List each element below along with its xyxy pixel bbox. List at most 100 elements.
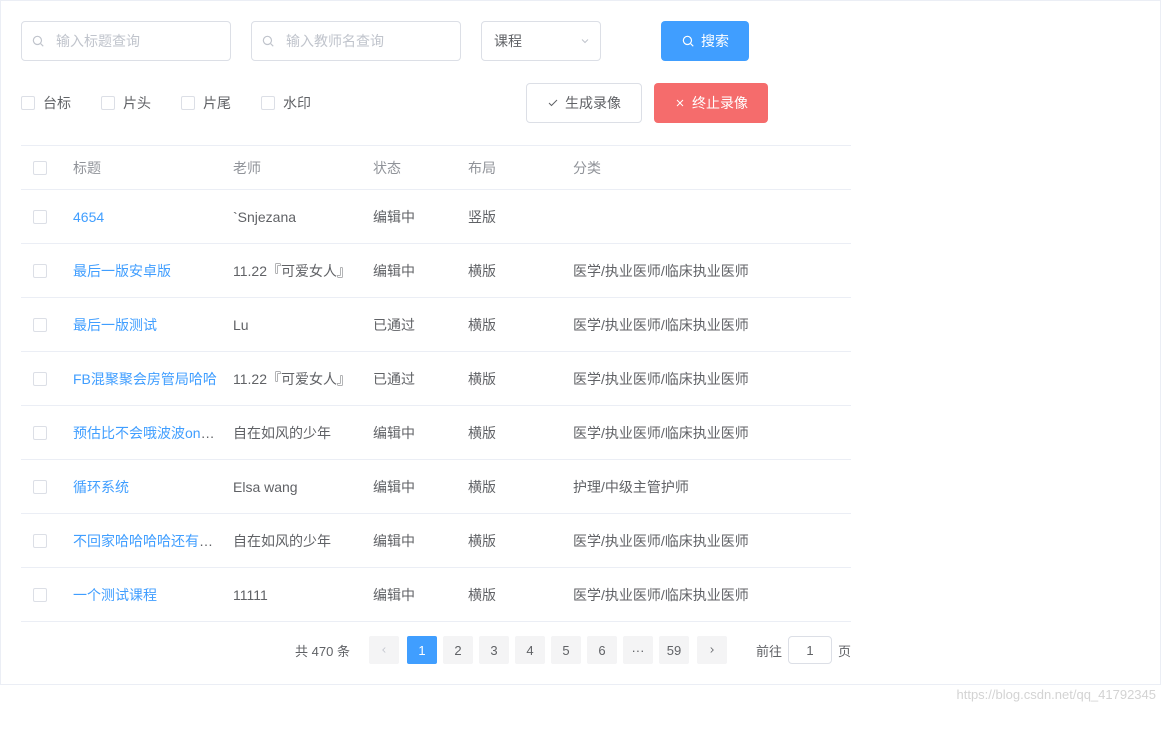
row-checkbox[interactable] — [33, 426, 47, 440]
pagination-page[interactable]: 3 — [479, 636, 509, 664]
checkbox-label: 片头 — [123, 93, 151, 113]
table-header-row: 标题 老师 状态 布局 分类 — [21, 146, 851, 190]
check-icon — [547, 97, 559, 109]
table-row: FB混聚聚会房管局哈哈11.22『可爱女人』已通过横版医学/执业医师/临床执业医… — [21, 352, 851, 406]
row-status: 编辑中 — [373, 423, 468, 443]
row-layout: 横版 — [468, 477, 573, 497]
search-icon — [681, 34, 695, 48]
checkbox-logo[interactable]: 台标 — [21, 93, 71, 113]
row-check-cell — [33, 480, 73, 494]
search-bar: 课程 搜索 — [21, 21, 1140, 61]
pagination-page[interactable]: 5 — [551, 636, 581, 664]
header-title: 标题 — [73, 158, 233, 178]
pagination-page[interactable]: 2 — [443, 636, 473, 664]
select-all-checkbox[interactable] — [33, 161, 47, 175]
row-category: 护理/中级主管护师 — [573, 477, 839, 497]
checkbox-intro[interactable]: 片头 — [101, 93, 151, 113]
row-status: 编辑中 — [373, 531, 468, 551]
goto-page-input[interactable] — [788, 636, 832, 664]
pagination-page[interactable]: 6 — [587, 636, 617, 664]
row-check-cell — [33, 264, 73, 278]
row-checkbox[interactable] — [33, 372, 47, 386]
stop-record-button[interactable]: 终止录像 — [654, 83, 768, 123]
pagination-total: 共 470 条 — [295, 641, 350, 660]
row-title-link[interactable]: FB混聚聚会房管局哈哈 — [73, 371, 217, 387]
checkbox-outro[interactable]: 片尾 — [181, 93, 231, 113]
pagination-page[interactable]: 59 — [659, 636, 689, 664]
row-layout: 横版 — [468, 531, 573, 551]
data-table: 标题 老师 状态 布局 分类 4654`Snjezana编辑中竖版最后一版安卓版… — [21, 145, 851, 622]
teacher-search-input[interactable] — [251, 21, 461, 61]
checkbox-watermark[interactable]: 水印 — [261, 93, 311, 113]
pagination: 共 470 条 123456···59 前往 页 — [21, 622, 851, 664]
row-check-cell — [33, 588, 73, 602]
checkbox-icon — [101, 96, 115, 110]
row-title-link[interactable]: 最后一版安卓版 — [73, 263, 171, 279]
pagination-ellipsis[interactable]: ··· — [623, 636, 653, 664]
row-title-link[interactable]: 循环系统 — [73, 479, 129, 495]
table-row: 预估比不会哦波波on年农历自在如风的少年编辑中横版医学/执业医师/临床执业医师 — [21, 406, 851, 460]
goto-suffix: 页 — [838, 641, 851, 660]
row-teacher: Elsa wang — [233, 479, 373, 495]
row-teacher: 自在如风的少年 — [233, 423, 373, 443]
header-category: 分类 — [573, 158, 839, 178]
row-title-link[interactable]: 一个测试课程 — [73, 587, 157, 603]
row-checkbox[interactable] — [33, 480, 47, 494]
header-status: 状态 — [373, 158, 468, 178]
row-checkbox[interactable] — [33, 210, 47, 224]
options-row: 台标 片头 片尾 水印 生成录像 终止录像 — [21, 83, 1140, 123]
row-checkbox[interactable] — [33, 588, 47, 602]
header-layout: 布局 — [468, 158, 573, 178]
row-layout: 横版 — [468, 315, 573, 335]
table-row: 最后一版安卓版 11.22『可爱女人』编辑中横版医学/执业医师/临床执业医师 — [21, 244, 851, 298]
row-layout: 横版 — [468, 423, 573, 443]
checkbox-label: 台标 — [43, 93, 71, 113]
row-check-cell — [33, 372, 73, 386]
row-check-cell — [33, 210, 73, 224]
row-category: 医学/执业医师/临床执业医师 — [573, 585, 839, 605]
watermark-text: https://blog.csdn.net/qq_41792345 — [957, 687, 1157, 702]
row-category: 医学/执业医师/临床执业医师 — [573, 261, 839, 281]
pagination-prev[interactable] — [369, 636, 399, 664]
pagination-page[interactable]: 1 — [407, 636, 437, 664]
row-checkbox[interactable] — [33, 534, 47, 548]
generate-record-button[interactable]: 生成录像 — [526, 83, 642, 123]
checkbox-label: 片尾 — [203, 93, 231, 113]
search-button-label: 搜索 — [701, 31, 729, 51]
row-checkbox[interactable] — [33, 264, 47, 278]
pagination-next[interactable] — [697, 636, 727, 664]
search-icon — [31, 34, 45, 48]
pagination-page[interactable]: 4 — [515, 636, 545, 664]
row-teacher: 11.22『可爱女人』 — [233, 369, 373, 389]
type-select-value: 课程 — [494, 31, 522, 51]
checkbox-label: 水印 — [283, 93, 311, 113]
row-checkbox[interactable] — [33, 318, 47, 332]
search-button[interactable]: 搜索 — [661, 21, 749, 61]
row-layout: 横版 — [468, 261, 573, 281]
row-check-cell — [33, 318, 73, 332]
header-teacher: 老师 — [233, 158, 373, 178]
row-teacher: 11.22『可爱女人』 — [233, 261, 373, 281]
row-layout: 横版 — [468, 585, 573, 605]
row-status: 编辑中 — [373, 585, 468, 605]
table-row: 最后一版测试Lu已通过横版医学/执业医师/临床执业医师 — [21, 298, 851, 352]
goto-prefix: 前往 — [756, 641, 782, 660]
row-teacher: 11111 — [233, 587, 373, 603]
title-search-wrap — [21, 21, 231, 61]
row-status: 编辑中 — [373, 261, 468, 281]
row-category: 医学/执业医师/临床执业医师 — [573, 531, 839, 551]
checkbox-icon — [261, 96, 275, 110]
row-title-link[interactable]: 不回家哈哈哈哈还有个不不 — [73, 533, 233, 549]
type-select[interactable]: 课程 — [481, 21, 601, 61]
row-title-link[interactable]: 4654 — [73, 209, 104, 225]
table-row: 循环系统 Elsa wang编辑中横版护理/中级主管护师 — [21, 460, 851, 514]
row-layout: 横版 — [468, 369, 573, 389]
type-select-wrap: 课程 — [481, 21, 601, 61]
table-row: 不回家哈哈哈哈还有个不不自在如风的少年编辑中横版医学/执业医师/临床执业医师 — [21, 514, 851, 568]
title-search-input[interactable] — [21, 21, 231, 61]
row-title-link[interactable]: 预估比不会哦波波on年农历 — [73, 425, 233, 441]
row-status: 编辑中 — [373, 477, 468, 497]
row-teacher: `Snjezana — [233, 209, 373, 225]
row-title-link[interactable]: 最后一版测试 — [73, 317, 157, 333]
row-check-cell — [33, 426, 73, 440]
